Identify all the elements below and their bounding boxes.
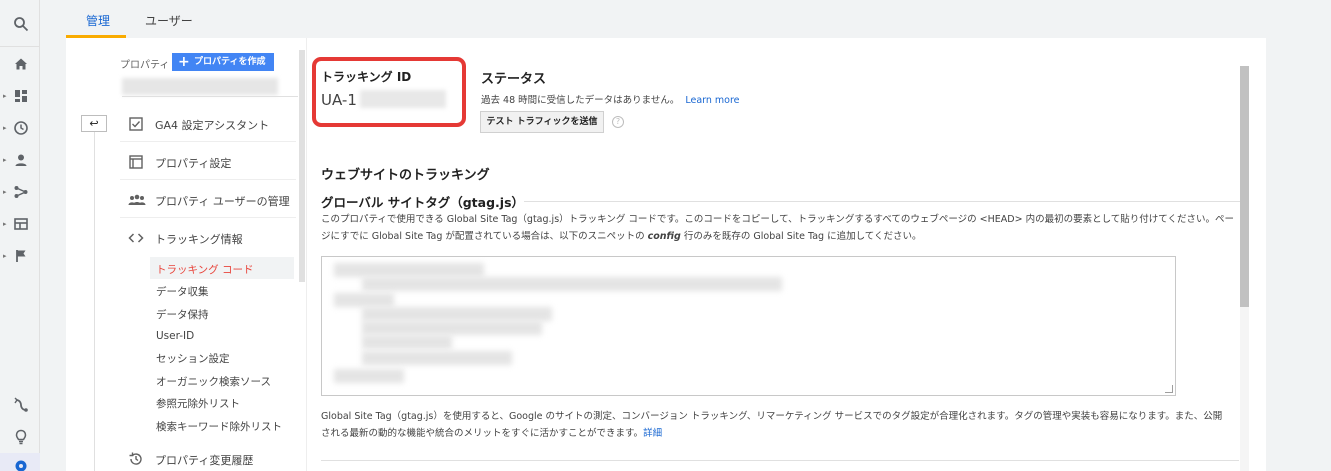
redacted-code-line <box>362 351 512 365</box>
menu-item-label: プロパティ設定 <box>155 157 232 170</box>
menu-item-label: プロパティ ユーザーの管理 <box>155 195 290 208</box>
back-arrow-button[interactable]: ↩ <box>81 115 107 132</box>
create-property-label: プロパティを作成 <box>194 57 266 67</box>
create-property-button[interactable]: + プロパティを作成 <box>172 53 274 71</box>
rail-divider <box>0 46 40 47</box>
sub-item-data-retention[interactable]: データ保持 <box>156 307 209 322</box>
expand-caret-icon[interactable]: ▸ <box>3 220 9 228</box>
code-icon <box>128 230 144 246</box>
redacted-code-line <box>362 335 452 349</box>
desc-part-2: 行のみを既存の Global Site Tag に追加してください。 <box>680 231 922 242</box>
column-divider <box>306 38 307 471</box>
menu-item-label: トラッキング情報 <box>155 233 243 246</box>
redacted-code-line <box>362 277 782 291</box>
lightbulb-icon[interactable] <box>13 429 29 445</box>
sub-item-tracking-code[interactable]: トラッキング コード <box>156 262 254 277</box>
footer-message: Global Site Tag（gtag.js）を使用すると、Google のサ… <box>321 411 1223 439</box>
send-test-traffic-button[interactable]: テスト トラフィックを送信 <box>480 111 604 133</box>
tab-user[interactable]: ユーザー <box>145 12 193 29</box>
expand-caret-icon[interactable]: ▸ <box>3 124 9 132</box>
menu-item-ga4-setup[interactable]: GA4 設定アシスタント <box>120 106 296 142</box>
dashboard-icon[interactable] <box>13 88 29 104</box>
back-arrow-icon: ↩ <box>89 117 99 130</box>
sub-item-search-term-exclusion[interactable]: 検索キーワード除外リスト <box>156 419 282 434</box>
resize-handle[interactable] <box>1165 385 1173 393</box>
window-icon <box>128 154 144 170</box>
tracking-code-textarea[interactable] <box>321 256 1176 396</box>
gtag-footer-text: Global Site Tag（gtag.js）を使用すると、Google のサ… <box>321 408 1231 442</box>
home-icon[interactable] <box>13 56 29 72</box>
users-icon <box>128 192 146 208</box>
checkbox-icon <box>128 116 144 132</box>
tree-line <box>94 132 95 471</box>
website-tracking-heading: ウェブサイトのトラッキング <box>321 168 490 183</box>
expand-caret-icon[interactable]: ▸ <box>3 252 9 260</box>
behavior-icon[interactable] <box>13 216 29 232</box>
learn-more-link[interactable]: Learn more <box>685 95 739 106</box>
property-selector-redacted[interactable] <box>122 78 278 95</box>
gtag-heading: グローバル サイトタグ（gtag.js） <box>321 195 525 210</box>
property-label: プロパティ <box>120 60 170 71</box>
ga-admin-page: ▸ ▸ ▸ ▸ ▸ ▸ 管理 ユーザー プロパティ + プロパティを作成 ↩ G… <box>0 0 1331 471</box>
sub-item-data-collection[interactable]: データ収集 <box>156 284 209 299</box>
tracking-id-redacted <box>360 90 446 108</box>
footer-rule <box>321 460 1239 461</box>
gear-icon[interactable] <box>13 458 29 471</box>
help-icon[interactable]: ? <box>612 116 624 128</box>
sub-item-organic-search-sources[interactable]: オーガニック検索ソース <box>156 374 271 389</box>
tracking-id-value: UA-1 <box>321 91 357 109</box>
gtag-heading-rule <box>524 201 1240 202</box>
top-tabs: 管理 ユーザー <box>66 0 1331 38</box>
redacted-code-line <box>362 321 542 335</box>
details-link[interactable]: 詳細 <box>643 428 662 439</box>
redacted-code-line <box>334 293 394 307</box>
acquisition-icon[interactable] <box>13 184 29 200</box>
sub-item-session-settings[interactable]: セッション設定 <box>156 351 230 366</box>
plus-icon: + <box>178 54 190 70</box>
sub-item-referral-exclusion[interactable]: 参照元除外リスト <box>156 396 240 411</box>
menu-item-tracking-info[interactable]: トラッキング情報 <box>120 220 296 256</box>
history-icon <box>128 451 144 467</box>
menu-item-label: プロパティ変更履歴 <box>155 454 254 467</box>
menu-item-property-user-management[interactable]: プロパティ ユーザーの管理 <box>120 182 296 218</box>
gtag-description: このプロパティで使用できる Global Site Tag（gtag.js）トラ… <box>321 211 1241 245</box>
status-text: 過去 48 時間に受信したデータはありません。 Learn more <box>481 92 740 106</box>
tab-admin[interactable]: 管理 <box>86 12 110 29</box>
expand-caret-icon[interactable]: ▸ <box>3 92 9 100</box>
menu-item-property-change-history[interactable]: プロパティ変更履歴 <box>120 441 296 471</box>
left-column-scrollbar[interactable] <box>299 50 305 282</box>
tracking-id-title: トラッキング ID <box>321 70 412 84</box>
sub-item-user-id[interactable]: User-ID <box>156 330 194 342</box>
menu-item-label: GA4 設定アシスタント <box>155 119 270 132</box>
expand-caret-icon[interactable]: ▸ <box>3 188 9 196</box>
flag-icon[interactable] <box>13 248 29 264</box>
clock-icon[interactable] <box>13 120 29 136</box>
main-scrollbar-thumb[interactable] <box>1240 66 1249 307</box>
expand-caret-icon[interactable]: ▸ <box>3 156 9 164</box>
desc-config-keyword: config <box>647 231 681 242</box>
person-icon[interactable] <box>13 152 29 168</box>
search-icon[interactable] <box>13 16 29 32</box>
status-message: 過去 48 時間に受信したデータはありません。 <box>481 95 680 106</box>
share-icon[interactable] <box>13 397 29 413</box>
redacted-code-line <box>334 263 484 277</box>
property-selector-divider <box>122 96 298 97</box>
status-title: ステータス <box>481 72 547 87</box>
menu-item-property-settings[interactable]: プロパティ設定 <box>120 144 296 180</box>
redacted-code-line <box>362 307 552 321</box>
left-nav-rail: ▸ ▸ ▸ ▸ ▸ ▸ <box>0 0 40 471</box>
redacted-code-line <box>334 369 404 383</box>
